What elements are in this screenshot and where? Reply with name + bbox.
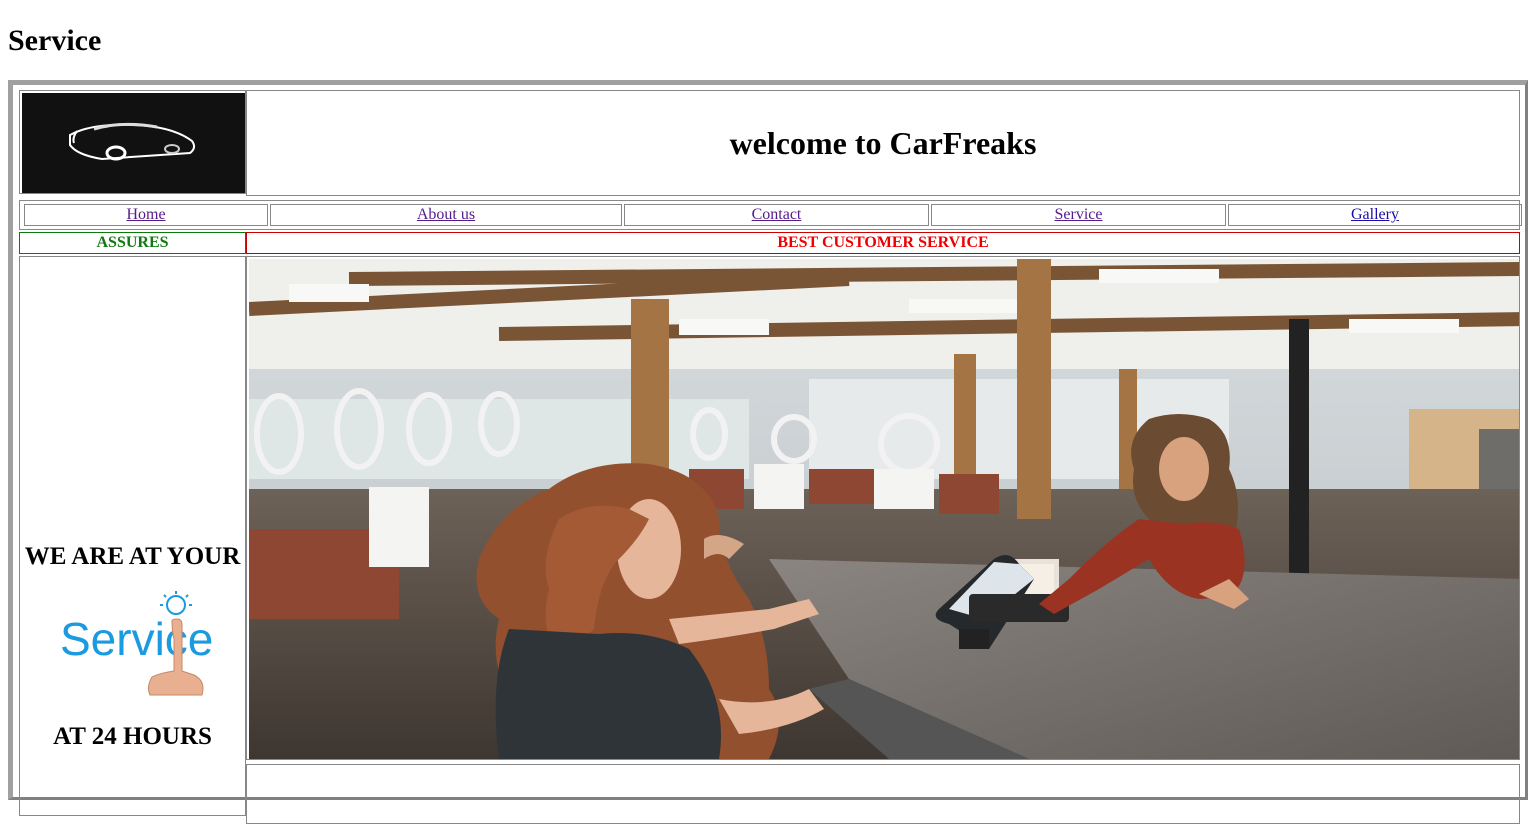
service-logo-text: Service	[60, 613, 213, 665]
layout-table: welcome to CarFreaks Home About us Conta…	[8, 80, 1528, 824]
hours-text: AT 24 HOURS	[53, 723, 212, 750]
nav-cell-contact: Contact	[624, 204, 929, 226]
welcome-heading: welcome to CarFreaks	[729, 124, 1037, 161]
assures-label: ASSURES	[19, 232, 246, 254]
customer-service-photo	[249, 259, 1519, 759]
welcome-cell: welcome to CarFreaks	[246, 90, 1520, 196]
service-logo-icon: Service	[60, 591, 240, 697]
nav-link-contact[interactable]: Contact	[752, 206, 802, 223]
sidebar-cell: WE ARE AT YOUR Service AT 24 HOURS	[19, 256, 246, 816]
page-title: Service	[8, 24, 102, 57]
logo-cell	[19, 90, 246, 194]
photo-cell	[246, 256, 1520, 760]
best-service-label: BEST CUSTOMER SERVICE	[246, 232, 1520, 254]
we-are-text: WE ARE AT YOUR	[24, 543, 241, 570]
nav-link-service[interactable]: Service	[1055, 206, 1103, 223]
nav-cell-home: Home	[24, 204, 268, 226]
nav-cell-service: Service	[931, 204, 1226, 226]
nav-cell-gallery: Gallery	[1228, 204, 1522, 226]
nav-link-about-us[interactable]: About us	[417, 206, 475, 223]
nav-link-home[interactable]: Home	[126, 206, 165, 223]
nav-link-gallery[interactable]: Gallery	[1351, 206, 1399, 223]
nav-cell-about: About us	[270, 204, 622, 226]
nav-bar: Home About us Contact Service Gallery	[19, 200, 1522, 230]
car-logo-icon	[22, 93, 245, 193]
footer-cell	[246, 764, 1520, 824]
